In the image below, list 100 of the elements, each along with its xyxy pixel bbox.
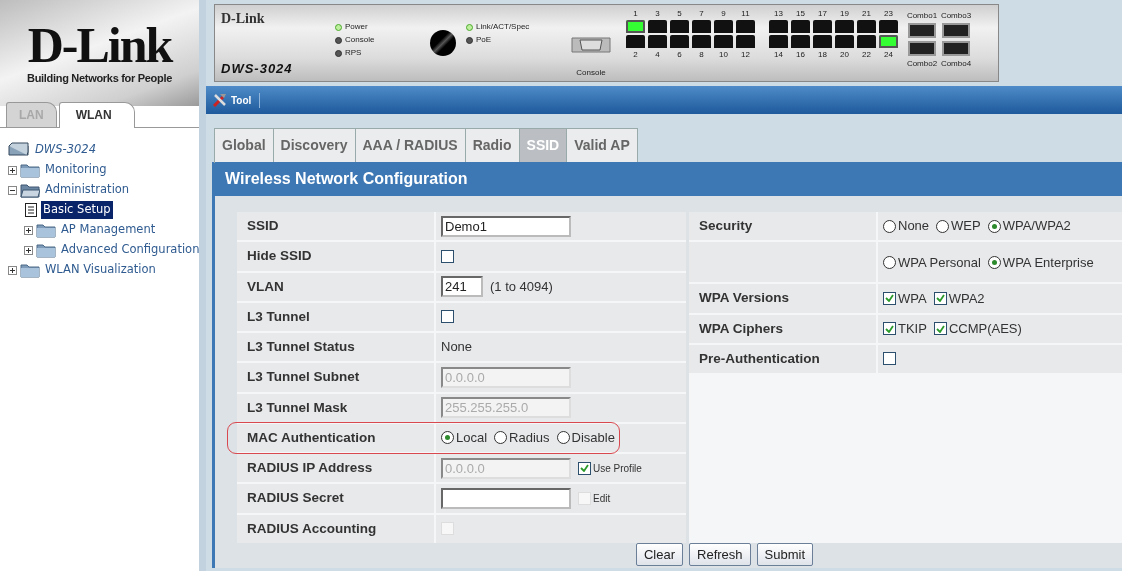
checkmark-icon [885,324,894,333]
form-button[interactable]: Clear [635,542,684,567]
text-field[interactable]: 241 [441,276,483,298]
port-label: Console [576,67,606,79]
port-number: Combo2 [906,59,938,68]
text-field[interactable] [441,487,571,509]
tab[interactable]: Radio [465,128,520,163]
field-label: Pre-Authentication [689,344,876,373]
field-label: L3 Tunnel [237,302,434,331]
led-label: PoE [476,34,492,46]
tree-item[interactable]: Administration [43,181,132,199]
folder-icon [36,222,56,238]
port-number: 2 [633,50,638,59]
sfp-port-icon [942,41,970,56]
field-label: L3 Tunnel Mask [237,393,434,422]
form-button[interactable]: Submit [756,542,814,567]
port-number: 17 [818,9,827,18]
expand-icon[interactable] [24,225,33,235]
tools-icon[interactable] [212,93,228,107]
checkbox-label: Edit [593,491,611,506]
logo-tagline: Building Networks for People [27,70,172,86]
checkbox-label: Use Profile [593,461,642,476]
collapse-icon[interactable] [8,185,17,195]
radio-button[interactable] [883,219,896,233]
port-number: 7 [699,9,704,18]
tree-item[interactable]: DWS-3024 [33,141,98,159]
field-label: L3 Tunnel Subnet [237,363,434,392]
radio-button[interactable] [494,431,508,445]
serial-port-icon [571,37,611,53]
port-number: 16 [796,50,805,59]
folder-icon [36,242,56,258]
radio-button[interactable] [883,255,896,269]
radio-label: WEP [951,217,981,236]
field-label: L3 Tunnel Status [237,333,434,362]
port-number: Combo3 [940,11,972,20]
checkbox[interactable] [933,322,947,336]
checkbox[interactable] [883,352,896,366]
radio-button[interactable] [936,219,950,233]
port-number: 19 [840,9,849,18]
tree-item[interactable]: Basic Setup [41,201,113,219]
radio-button[interactable] [441,431,454,445]
radio-label: WPA Personal [898,253,981,272]
tree-item[interactable]: Monitoring [43,161,109,179]
checkbox-label: WPA [898,289,927,308]
field-label: SSID [237,212,434,241]
port-number: 11 [741,9,750,18]
panel-header: Wireless Network Configuration [215,162,1122,196]
tab[interactable]: Valid AP [567,128,638,163]
device-icon [8,142,30,158]
checkbox[interactable] [578,461,591,475]
text-field[interactable]: Demo1 [441,215,571,237]
checkbox[interactable] [441,249,454,263]
value-text: (1 to 4094) [490,277,553,296]
port-number: 13 [774,9,783,18]
checkbox[interactable] [441,310,454,324]
tree-item[interactable]: WLAN Visualization [43,261,158,279]
tab[interactable]: Global [214,128,274,163]
sidebar-tab[interactable]: WLAN [58,102,135,128]
led-label: Power [345,21,368,33]
port-number: 21 [862,9,871,18]
radio-button[interactable] [556,431,570,445]
form-button[interactable]: Refresh [689,542,751,567]
sfp-port-icon [908,23,936,38]
toolbar-menu[interactable]: Tool [231,92,261,108]
field-label: WPA Versions [689,284,876,313]
radio-label: Local [456,429,488,448]
field-label: Hide SSID [237,242,434,271]
field-label: WPA Ciphers [689,314,876,343]
port-number: 10 [719,50,728,59]
folder-icon [20,162,40,178]
radio-label: None [898,217,930,236]
port-number: 20 [840,50,849,59]
checkbox[interactable] [883,291,896,305]
port-number: 18 [818,50,827,59]
port-number: 15 [796,9,805,18]
port-number: 22 [862,50,871,59]
port-number: 12 [741,50,750,59]
checkbox[interactable] [933,291,947,305]
expand-icon[interactable] [8,165,17,175]
checkbox[interactable] [883,322,896,336]
tree-item[interactable]: AP Management [59,221,158,239]
radio-label: Disable [571,429,615,448]
expand-icon[interactable] [8,265,17,275]
tree-item[interactable]: Advanced Configuration [59,241,202,259]
port-number: 14 [774,50,783,59]
port-number: 3 [655,9,660,18]
tab[interactable]: Discovery [273,128,356,163]
led-label: Console [345,34,375,46]
value-text: None [441,338,473,357]
port-number: 23 [884,9,893,18]
port-number: 24 [884,50,893,59]
radio-button[interactable] [987,219,1001,233]
field-label: RADIUS Accounting [237,514,434,543]
port-number: 1 [633,9,638,18]
checkbox-label: WPA2 [948,289,985,308]
tab[interactable]: AAA / RADIUS [355,128,466,163]
document-icon [24,202,38,218]
field-label: RADIUS IP Address [237,454,434,483]
expand-icon[interactable] [24,245,33,255]
radio-button[interactable] [987,255,1001,269]
